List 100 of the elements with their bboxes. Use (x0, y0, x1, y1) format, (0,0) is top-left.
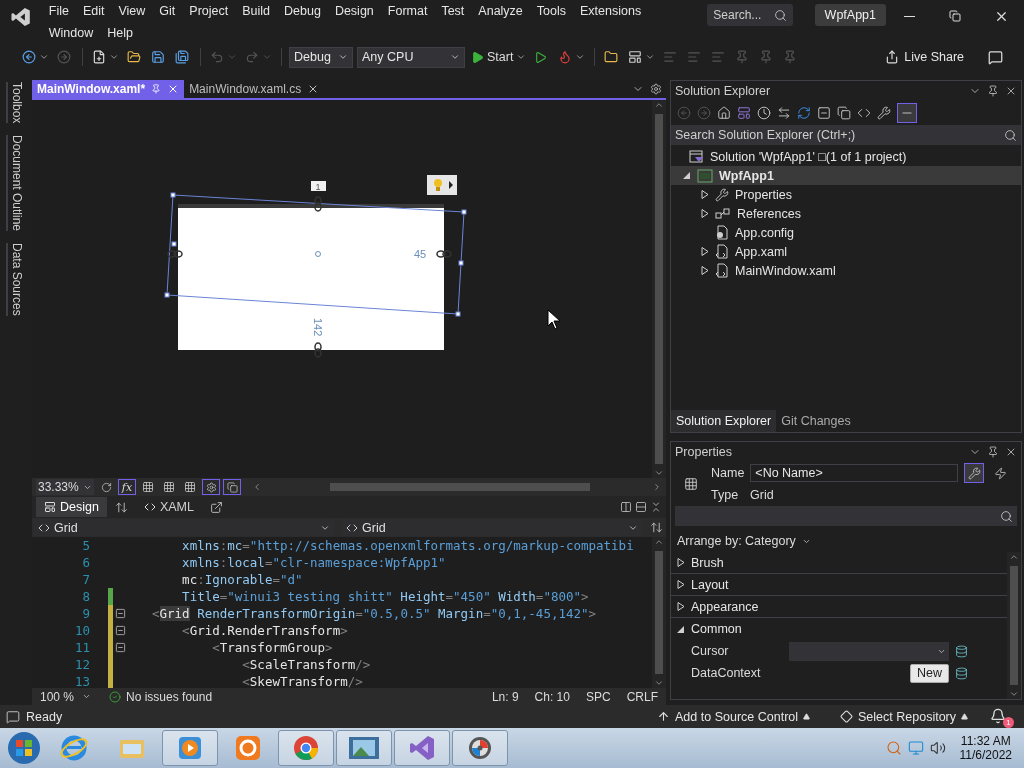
panel-tab[interactable]: Git Changes (776, 410, 856, 432)
settings-icon[interactable] (650, 83, 662, 95)
tree-item[interactable]: Properties (671, 185, 1021, 204)
view-code-icon[interactable] (857, 106, 871, 120)
refresh-icon[interactable] (100, 481, 112, 493)
taskbar-button[interactable] (452, 730, 508, 766)
link-icon[interactable] (314, 342, 322, 358)
events-icon[interactable] (993, 466, 1007, 480)
close-icon[interactable] (1005, 446, 1017, 458)
snap-grid-icon[interactable] (163, 481, 175, 493)
data-binding-icon[interactable] (955, 666, 968, 680)
expander-icon[interactable] (677, 580, 685, 589)
scrollbar[interactable] (652, 100, 666, 478)
tree-item[interactable]: Solution 'WpfApp1' □(1 of 1 project) (671, 147, 1021, 166)
properties-icon[interactable] (877, 106, 891, 120)
tree-item[interactable]: WpfApp1 (671, 166, 1021, 185)
tree-item[interactable]: App.config (671, 223, 1021, 242)
category-header[interactable]: Common (671, 618, 1007, 640)
link-icon[interactable] (314, 196, 322, 212)
panel-tab[interactable]: Solution Explorer (671, 410, 777, 432)
live-share-button[interactable]: Live Share (879, 46, 970, 68)
device-icon[interactable] (226, 481, 238, 493)
snap-icon[interactable] (205, 481, 217, 493)
formula-button[interactable]: fx (118, 479, 136, 495)
zoom-dropdown[interactable]: 33.33% (36, 479, 94, 495)
menu-item[interactable]: Build (235, 0, 278, 22)
platform-dropdown[interactable]: Any CPU (357, 46, 465, 68)
expander-icon[interactable] (677, 558, 685, 567)
menu-item[interactable]: Edit (75, 0, 112, 22)
expander-icon[interactable] (701, 209, 709, 218)
data-binding-icon[interactable] (955, 644, 968, 658)
link-icon[interactable] (436, 250, 452, 258)
expander-icon[interactable] (683, 171, 691, 180)
refresh-icon[interactable] (797, 106, 811, 120)
source-control-button[interactable]: Add to Source Control (651, 706, 817, 727)
split-vertical-icon[interactable] (620, 501, 632, 513)
menu-item[interactable]: Extensions (573, 0, 649, 22)
home-icon[interactable] (717, 106, 731, 120)
collapse-all-icon[interactable] (817, 106, 831, 120)
menu-item[interactable]: Help (100, 22, 140, 44)
side-panel-tab[interactable]: Document Outline (6, 135, 24, 232)
sync-icon[interactable] (777, 106, 791, 120)
split-icon[interactable] (650, 521, 663, 534)
swap-icon[interactable] (114, 500, 128, 514)
search-field[interactable] (675, 506, 1017, 526)
close-icon[interactable] (1005, 85, 1017, 97)
taskbar-button[interactable] (336, 730, 392, 766)
side-panel-tab[interactable]: Toolbox (6, 82, 24, 124)
document-tab[interactable]: MainWindow.xaml* (32, 80, 185, 98)
scrollbar[interactable] (1007, 552, 1021, 699)
navigation-dropdown[interactable]: Grid (342, 519, 642, 536)
menu-item[interactable]: Project (182, 0, 236, 22)
view-tab[interactable]: XAML (135, 497, 202, 517)
tree-item[interactable]: App.xaml (671, 242, 1021, 261)
issues-status[interactable]: No issues found (126, 689, 213, 704)
expander-icon[interactable] (701, 266, 709, 275)
expander-icon[interactable] (701, 247, 709, 256)
taskbar-button[interactable] (162, 730, 218, 766)
selection-frame[interactable] (164, 192, 467, 317)
start-button[interactable]: Start (469, 46, 529, 68)
category-header[interactable]: Brush (671, 552, 1007, 574)
pin-icon[interactable] (151, 84, 162, 94)
expander-icon[interactable] (677, 602, 685, 611)
split-horizontal-icon[interactable] (635, 501, 647, 513)
grid-icon[interactable] (142, 481, 154, 493)
tree-item[interactable]: MainWindow.xaml (671, 261, 1021, 280)
pin-icon[interactable] (987, 446, 999, 458)
category-header[interactable]: Appearance (671, 596, 1007, 618)
fold-icon[interactable] (115, 642, 126, 653)
expander-icon[interactable] (677, 624, 685, 634)
taskbar-button[interactable] (394, 730, 450, 766)
menu-item[interactable]: Format (380, 0, 435, 22)
menu-item[interactable]: Tools (529, 0, 573, 22)
arrange-dropdown[interactable]: Arrange by: Category (677, 534, 796, 548)
name-field[interactable]: <No Name> (750, 464, 959, 482)
menu-item[interactable]: Test (434, 0, 472, 22)
scrollbar[interactable] (652, 537, 666, 688)
search-field[interactable]: Search Solution Explorer (Ctrl+;) (671, 125, 1021, 145)
menu-item[interactable]: Debug (277, 0, 328, 22)
category-header[interactable]: Layout (671, 574, 1007, 596)
pending-changes-icon[interactable] (757, 106, 771, 120)
menu-item[interactable]: Analyze (471, 0, 530, 22)
search-field[interactable]: Search... (707, 4, 793, 26)
menu-item[interactable]: Window (41, 22, 101, 44)
configuration-dropdown[interactable]: Debug (289, 46, 353, 68)
pin-icon[interactable] (987, 85, 999, 97)
link-icon[interactable] (167, 250, 183, 258)
view-tab[interactable]: Design (36, 497, 107, 517)
side-panel-tab[interactable]: Data Sources (6, 243, 24, 317)
taskbar-button[interactable] (278, 730, 334, 766)
document-tab[interactable]: MainWindow.xaml.cs (184, 80, 325, 98)
popout-icon[interactable] (209, 500, 223, 514)
menu-item[interactable]: View (111, 0, 153, 22)
new-button[interactable]: New (910, 663, 949, 683)
checker-icon[interactable] (184, 481, 196, 493)
menu-item[interactable]: Git (152, 0, 183, 22)
switch-views-icon[interactable] (737, 106, 751, 120)
repository-button[interactable]: Select Repository (834, 706, 974, 727)
fold-icon[interactable] (115, 625, 126, 636)
navigation-dropdown[interactable]: Grid (34, 519, 334, 536)
